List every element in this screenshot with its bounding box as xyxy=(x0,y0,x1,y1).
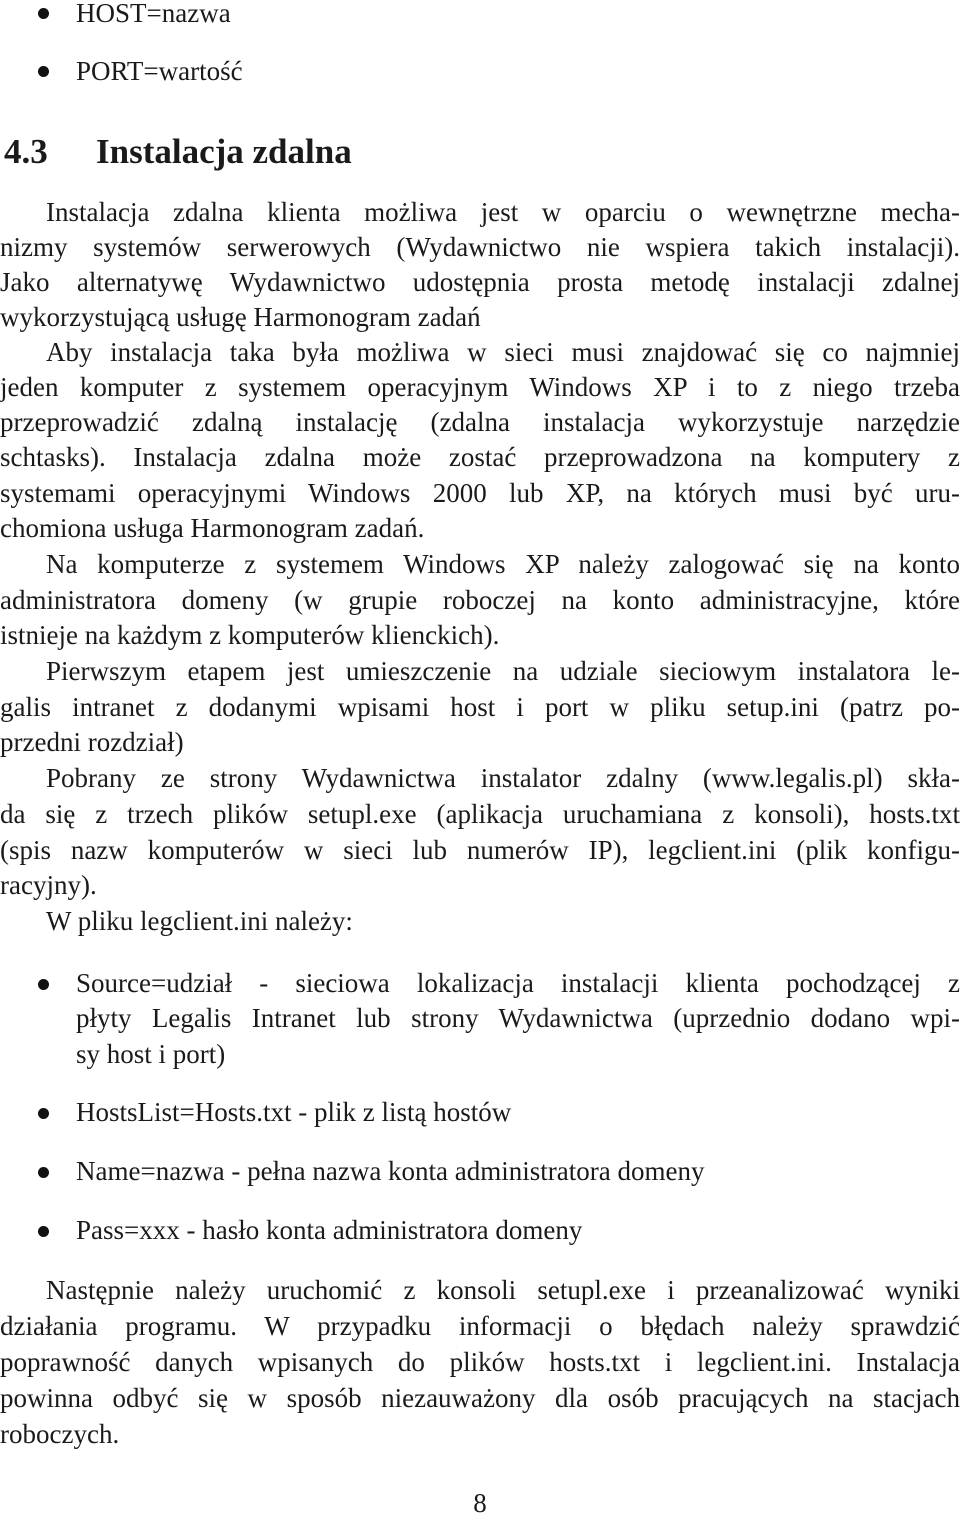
list-item: Name=nazwa - pełna nazwa konta administr… xyxy=(76,1156,705,1186)
list-item: sy host i port) xyxy=(76,1039,226,1069)
text-line: administratora domeny (w grupie roboczej… xyxy=(0,585,960,615)
bullet-icon xyxy=(38,1167,49,1178)
text-line: istnieje na każdym z komputerów kliencki… xyxy=(0,620,500,650)
text-line: przedni rozdział) xyxy=(0,727,184,757)
list-item: PORT=wartość xyxy=(76,56,243,86)
bullet-icon xyxy=(38,8,49,19)
text-line: przeprowadzić zdalną instalację (zdalna … xyxy=(0,407,960,437)
section-heading: 4.3 Instalacja zdalna xyxy=(4,130,352,174)
text-line: chomiona usługa Harmonogram zadań. xyxy=(0,513,425,543)
list-item: HostsList=Hosts.txt - plik z listą hostó… xyxy=(76,1097,512,1127)
text-line: powinna odbyć się w sposób niezauważony … xyxy=(0,1383,960,1413)
section-title: Instalacja zdalna xyxy=(96,132,352,171)
text-line: poprawność danych wpisanych do plików ho… xyxy=(0,1347,960,1377)
text-line: da się z trzech plików setupl.exe (aplik… xyxy=(0,799,960,829)
page-number: 8 xyxy=(473,1488,487,1518)
bullet-icon xyxy=(38,1226,49,1237)
text-line: Aby instalacja taka była możliwa w sieci… xyxy=(46,337,960,367)
text-line: (spis nazw komputerów w sieci lub numeró… xyxy=(0,835,960,865)
text-line: wykorzystującą usługę Harmonogram zadań xyxy=(0,302,481,332)
bullet-icon xyxy=(38,979,49,990)
text-line: jeden komputer z systemem operacyjnym Wi… xyxy=(0,372,960,402)
list-item: Source=udział - sieciowa lokalizacja ins… xyxy=(76,968,960,998)
text-line: galis intranet z dodanymi wpisami host i… xyxy=(0,692,960,722)
bullet-icon xyxy=(38,66,49,77)
text-line: Instalacja zdalna klienta możliwa jest w… xyxy=(46,197,960,227)
list-item: płyty Legalis Intranet lub strony Wydawn… xyxy=(76,1003,960,1033)
text-line: Na komputerze z systemem Windows XP nale… xyxy=(46,549,960,579)
text-line: racyjny). xyxy=(0,870,97,900)
text-line: systemami operacyjnymi Windows 2000 lub … xyxy=(0,478,960,508)
text-line: działania programu. W przypadku informac… xyxy=(0,1311,960,1341)
text-line: Następnie należy uruchomić z konsoli set… xyxy=(46,1275,960,1305)
list-item: HOST=nazwa xyxy=(76,0,231,28)
text-line: Pierwszym etapem jest umieszczenie na ud… xyxy=(46,656,960,686)
text-line: W pliku legclient.ini należy: xyxy=(46,906,353,936)
bullet-icon xyxy=(38,1108,49,1119)
text-line: Pobrany ze strony Wydawnictwa instalator… xyxy=(46,763,960,793)
text-line: schtasks). Instalacja zdalna może zostać… xyxy=(0,442,960,472)
text-line: Jako alternatywę Wydawnictwo udostępnia … xyxy=(0,267,960,297)
text-line: roboczych. xyxy=(0,1419,120,1449)
list-item: Pass=xxx - hasło konta administratora do… xyxy=(76,1215,583,1245)
section-number: 4.3 xyxy=(4,132,48,171)
text-line: nizmy systemów serwerowych (Wydawnictwo … xyxy=(0,232,960,262)
